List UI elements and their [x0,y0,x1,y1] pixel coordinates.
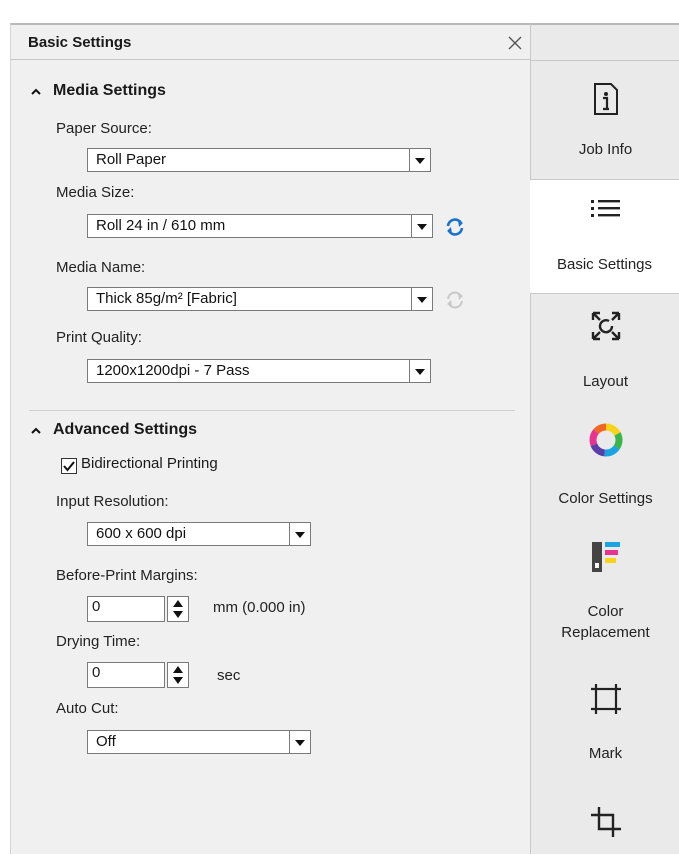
advanced-settings-heading: Advanced Settings [53,421,198,438]
tab-job-info[interactable]: Job Info [530,60,679,180]
chevron-up-icon [31,88,41,95]
spin-up-icon[interactable] [173,600,183,607]
drying-time-unit: sec [217,667,241,684]
margins-unit: mm (0.000 in) [213,599,306,616]
spin-down-icon[interactable] [173,611,183,618]
chevron-down-icon [411,288,432,310]
tab-layout-label: Layout [582,373,629,390]
tab-job-info-label: Job Info [578,141,633,158]
tab-crop[interactable] [531,774,679,855]
chevron-down-icon [289,731,310,753]
chevron-up-icon [31,427,41,434]
tab-color-settings[interactable]: Color Settings [531,404,679,519]
tab-mark[interactable]: Mark [531,659,679,774]
advanced-settings-header[interactable]: Advanced Settings [29,421,197,439]
section-divider [29,410,515,411]
mark-icon [591,684,621,714]
media-settings-header[interactable]: Media Settings [29,82,166,100]
sidebar-inactive-tabs: Layout Color Settings Color Replacement [530,293,679,854]
bidirectional-checkbox[interactable] [61,458,77,474]
tab-basic-settings-label: Basic Settings [556,256,653,273]
color-wheel-icon [589,423,623,457]
drying-time-input[interactable]: 0 [87,662,165,688]
chevron-down-icon [409,360,430,382]
input-resolution-value: 600 x 600 dpi [96,525,187,542]
sidebar-top-spacer [530,23,679,61]
media-settings-heading: Media Settings [53,82,166,99]
list-icon [591,200,620,217]
print-quality-select[interactable]: 1200x1200dpi - 7 Pass [87,359,431,383]
margins-spin-buttons[interactable] [167,596,189,622]
media-name-select[interactable]: Thick 85g/m² [Fabric] [87,287,433,311]
auto-cut-select[interactable]: Off [87,730,311,754]
media-name-label: Media Name: [56,259,146,276]
print-quality-label: Print Quality: [56,329,142,346]
drying-time-label: Drying Time: [56,633,141,650]
spin-up-icon[interactable] [173,666,183,673]
auto-cut-value: Off [96,733,116,750]
margins-label: Before-Print Margins: [56,567,198,584]
paper-source-label: Paper Source: [56,120,152,137]
tab-mark-label: Mark [588,745,623,762]
color-replacement-icon [592,542,620,572]
chevron-down-icon [289,523,310,545]
print-quality-value: 1200x1200dpi - 7 Pass [96,362,250,379]
refresh-disabled-icon [447,291,463,309]
checkmark-icon [63,461,75,472]
margins-input[interactable]: 0 [87,596,165,622]
spin-down-icon[interactable] [173,677,183,684]
refresh-icon[interactable] [444,216,466,238]
paper-source-select[interactable]: Roll Paper [87,148,431,172]
auto-cut-label: Auto Cut: [56,700,119,717]
close-icon[interactable] [503,31,527,55]
margins-stepper[interactable]: 0 [87,596,189,622]
tab-layout[interactable]: Layout [531,294,679,404]
media-size-value: Roll 24 in / 610 mm [96,217,226,234]
top-gap [0,0,679,23]
input-resolution-label: Input Resolution: [56,493,169,510]
info-icon [594,83,618,115]
panel-title: Basic Settings [28,34,132,51]
tab-color-replacement[interactable]: Color Replacement [531,519,679,659]
drying-time-stepper[interactable]: 0 [87,662,189,688]
chevron-down-icon [411,215,432,237]
tab-basic-settings[interactable]: Basic Settings [530,180,679,293]
media-name-value: Thick 85g/m² [Fabric] [96,290,237,307]
tab-color-replacement-label: Color Replacement [561,603,650,641]
chevron-down-icon [409,149,430,171]
paper-source-value: Roll Paper [96,151,167,168]
panel-header: Basic Settings [11,25,530,60]
media-size-label: Media Size: [56,184,135,201]
crop-icon [591,807,621,837]
basic-settings-panel: Basic Settings Media Settings Paper Sour… [10,23,530,854]
settings-sidebar: Job Info Basic Settings Layout Color Set… [530,23,679,854]
layout-icon [591,311,621,341]
media-size-select[interactable]: Roll 24 in / 610 mm [87,214,433,238]
bidirectional-label[interactable]: Bidirectional Printing [81,455,218,472]
tab-color-settings-label: Color Settings [558,490,653,507]
input-resolution-select[interactable]: 600 x 600 dpi [87,522,311,546]
drying-spin-buttons[interactable] [167,662,189,688]
